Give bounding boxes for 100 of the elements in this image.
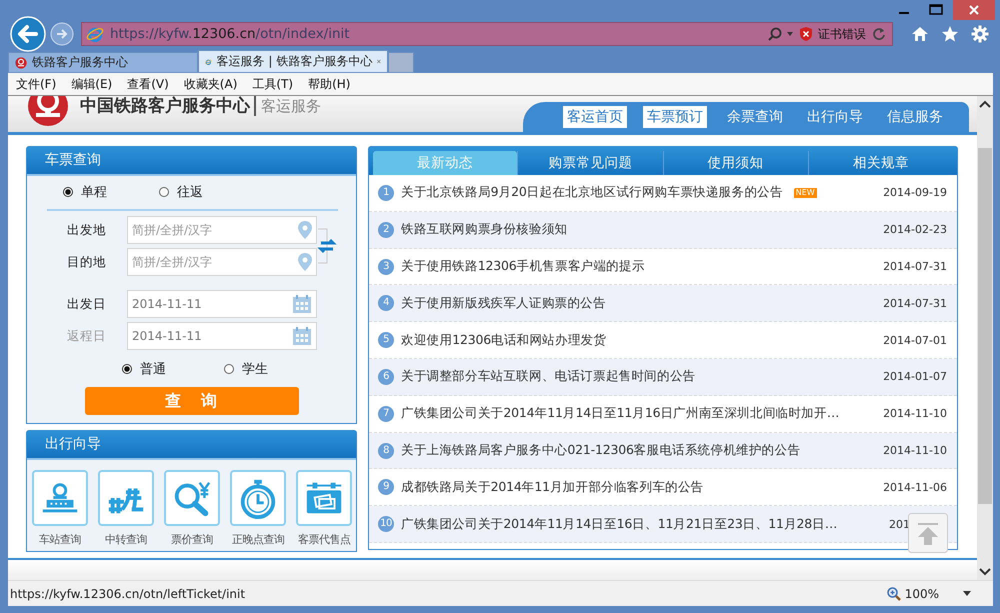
site-subtitle: 客运服务 [254, 96, 321, 116]
scrollbar[interactable] [977, 96, 993, 580]
field-label: 出发地 [66, 222, 107, 239]
calendar-icon[interactable] [292, 294, 312, 314]
news-link[interactable]: 铁路互联网购票身份核验须知 [401, 221, 568, 238]
date-field[interactable]: 2014-11-11 [127, 290, 317, 318]
scroll-thumb[interactable] [978, 148, 992, 504]
number-badge: 2 [378, 222, 394, 238]
number-badge: 6 [378, 368, 394, 385]
address-bar[interactable]: https://kyfw.12306.cn/otn/index/init 证书错误 [81, 22, 893, 46]
number-badge: 7 [378, 406, 394, 422]
news-date: 2014-02-23 [883, 223, 947, 236]
news-date: 2014-09-19 [883, 186, 947, 200]
settings-icon[interactable] [971, 25, 989, 43]
news-tab[interactable]: 使用须知 [662, 151, 808, 176]
ie-logo-icon [86, 25, 104, 43]
close-icon[interactable] [953, 0, 995, 20]
guide-link[interactable]: 中转查询 [105, 532, 147, 548]
guide-link[interactable]: 正晚点查询 [232, 532, 284, 548]
number-badge: 10 [378, 516, 394, 532]
home-icon[interactable] [911, 25, 929, 43]
news-link[interactable]: 关于上海铁路局客户服务中心021-12306客服电话系统停机维护的公告 [401, 442, 800, 460]
guide-link[interactable]: 客票代售点 [298, 532, 350, 548]
guide-link[interactable]: 票价查询 [171, 532, 213, 548]
news-link[interactable]: 关于使用新版残疾军人证购票的公告 [401, 294, 606, 312]
guide-link[interactable]: 车站查询 [39, 532, 81, 548]
radio-label[interactable]: 普通 [140, 360, 166, 378]
number-badge: 8 [378, 442, 394, 459]
news-link[interactable]: 广铁集团公司关于2014年11月14日至11月16日广州南至深圳北间临时加开… [401, 405, 840, 422]
news-link[interactable]: 关于使用铁路12306手机售票客户端的提示 [401, 258, 645, 276]
news-link[interactable]: 关于调整部分车站互联网、电话订票起售时间的公告 [401, 368, 696, 386]
radio-button[interactable] [224, 364, 234, 374]
station-field[interactable]: 简拼/全拼/汉字 [127, 248, 317, 276]
guide-tile[interactable] [164, 470, 220, 526]
browser-tab[interactable]: 客运服务 | 铁路客户服务中心 [198, 50, 388, 73]
station-field[interactable]: 简拼/全拼/汉字 [127, 216, 317, 244]
guide-tile[interactable] [32, 470, 88, 526]
guide-tile[interactable] [230, 470, 286, 526]
news-link[interactable]: 成都铁路局关于2014年11月加开部分临客列车的公告 [401, 478, 704, 496]
radio-label[interactable]: 往返 [177, 183, 203, 202]
news-tab[interactable]: 相关规章 [808, 151, 953, 176]
nav-link[interactable]: 客运首页 [563, 106, 627, 128]
news-date: 2014-11-10 [883, 444, 947, 458]
guide-tile[interactable] [98, 470, 154, 526]
address-text[interactable]: https://kyfw.12306.cn/otn/index/init [110, 26, 350, 42]
nav-link[interactable]: 信息服务 [883, 106, 947, 128]
status-url: https://kyfw.12306.cn/otn/leftTicket/init [10, 586, 246, 600]
number-badge: 9 [378, 479, 394, 496]
zoom-level[interactable]: 100% [904, 586, 939, 600]
radio-button[interactable] [159, 187, 169, 198]
news-link[interactable]: 欢迎使用12306电话和网站办理发货 [401, 332, 606, 349]
radio-button[interactable] [63, 187, 73, 198]
back-icon[interactable] [10, 16, 46, 52]
number-badge: 5 [378, 332, 394, 348]
news-date: 2014-11-06 [883, 480, 947, 494]
zoom-icon[interactable] [886, 586, 901, 600]
field-label: 目的地 [66, 254, 107, 271]
scroll-up-icon[interactable] [979, 100, 991, 108]
shield-error-icon[interactable] [800, 27, 812, 41]
new-badge: NEW [794, 188, 817, 198]
field-label: 返程日 [66, 328, 107, 345]
menu-item[interactable]: 收藏夹(A) [184, 76, 238, 92]
menu-item[interactable]: 查看(V) [127, 76, 169, 92]
scroll-down-icon[interactable] [979, 568, 991, 576]
number-badge: 3 [378, 258, 394, 275]
radio-button[interactable] [122, 364, 132, 374]
card-title: 车票查询 [27, 147, 356, 176]
news-date: 2014-07-01 [883, 334, 947, 347]
news-date: 2014-07-31 [883, 260, 947, 274]
menu-item[interactable]: 工具(T) [252, 76, 294, 92]
radio-label[interactable]: 学生 [242, 360, 268, 378]
forward-icon[interactable] [50, 22, 74, 46]
radio-label[interactable]: 单程 [81, 183, 107, 202]
number-badge: 1 [378, 184, 394, 201]
nav-link[interactable]: 车票预订 [643, 106, 707, 128]
search-icon[interactable] [768, 27, 794, 41]
menu-item[interactable]: 文件(F) [16, 76, 56, 92]
certificate-error-text[interactable]: 证书错误 [818, 26, 866, 42]
calendar-icon[interactable] [292, 326, 312, 346]
site-title: 中国铁路客户服务中心 [80, 96, 250, 116]
railway-logo-icon [15, 56, 27, 68]
menu-item[interactable]: 编辑(E) [71, 76, 112, 92]
news-link[interactable]: 广铁集团公司关于2014年11月14日至16日、11月21日至23日、11月28日… [401, 516, 838, 533]
menu-item[interactable]: 帮助(H) [308, 76, 350, 92]
field-label: 出发日 [66, 296, 107, 313]
news-tab[interactable]: 购票常见问题 [517, 151, 662, 176]
browser-tab[interactable]: 铁路客户服务中心 [8, 52, 198, 73]
news-date: 201 [889, 518, 911, 531]
card-title: 出行向导 [27, 431, 356, 460]
nav-link[interactable]: 余票查询 [723, 106, 787, 128]
guide-tile[interactable] [296, 470, 352, 526]
news-date: 2014-01-07 [883, 370, 947, 384]
news-date: 2014-11-10 [883, 407, 947, 420]
refresh-icon[interactable] [872, 27, 886, 41]
dropdown-icon[interactable] [963, 591, 971, 596]
news-link[interactable]: 关于北京铁路局9月20日起在北京地区试行网购车票快递服务的公告 [401, 184, 783, 202]
number-badge: 4 [378, 295, 394, 312]
star-icon[interactable] [941, 25, 959, 43]
nav-link[interactable]: 出行向导 [803, 106, 867, 128]
news-date: 2014-07-31 [883, 296, 947, 310]
